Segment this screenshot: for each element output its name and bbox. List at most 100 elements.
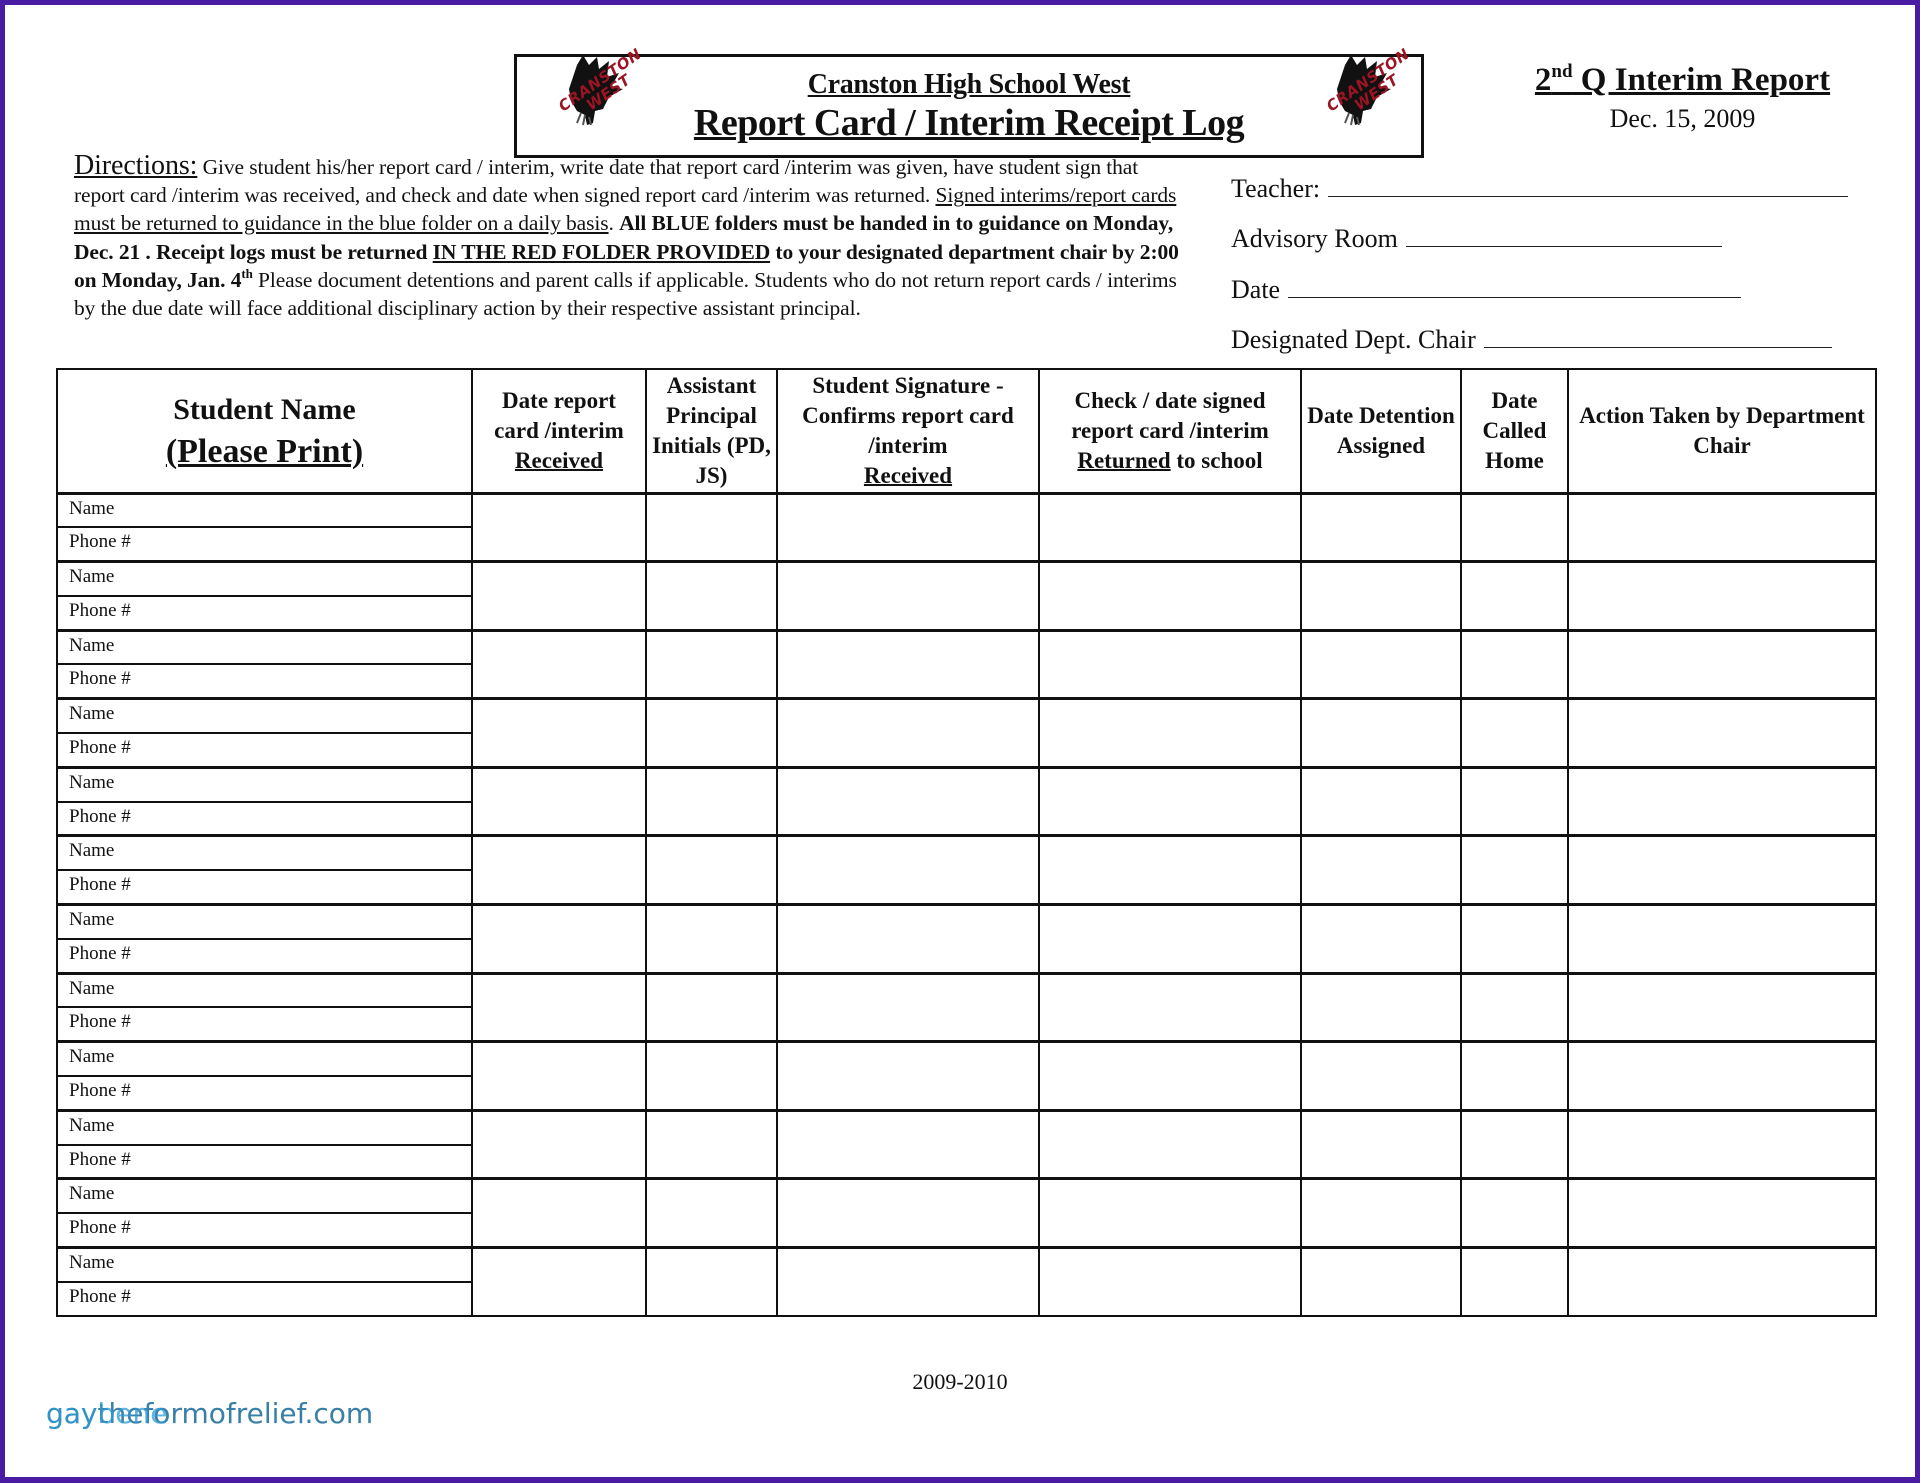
date-received-cell[interactable]	[471, 697, 647, 769]
check-returned-cell[interactable]	[1038, 903, 1302, 975]
ap-initials-cell[interactable]	[645, 971, 778, 1043]
detention-cell[interactable]	[1300, 697, 1462, 769]
student-phone-cell[interactable]: Phone #	[56, 1075, 473, 1112]
signature-cell[interactable]	[776, 1246, 1040, 1318]
student-phone-cell[interactable]: Phone #	[56, 937, 473, 975]
action-taken-cell[interactable]	[1567, 765, 1877, 837]
student-name-cell[interactable]: Name	[56, 1177, 473, 1215]
check-returned-cell[interactable]	[1038, 1040, 1302, 1112]
student-phone-cell[interactable]: Phone #	[56, 1143, 473, 1180]
teacher-blank[interactable]	[1328, 177, 1849, 197]
ap-initials-cell[interactable]	[645, 903, 778, 975]
detention-cell[interactable]	[1300, 1040, 1462, 1112]
signature-cell[interactable]	[776, 491, 1040, 563]
called-home-cell[interactable]	[1460, 491, 1569, 563]
student-name-cell[interactable]: Name	[56, 1108, 473, 1146]
ap-initials-cell[interactable]	[645, 765, 778, 837]
check-returned-cell[interactable]	[1038, 765, 1302, 837]
student-name-cell[interactable]: Name	[56, 1040, 473, 1078]
detention-cell[interactable]	[1300, 903, 1462, 975]
student-name-cell[interactable]: Name	[56, 628, 473, 666]
check-returned-cell[interactable]	[1038, 1246, 1302, 1318]
detention-cell[interactable]	[1300, 765, 1462, 837]
student-name-cell[interactable]: Name	[56, 491, 473, 529]
action-taken-cell[interactable]	[1567, 1108, 1877, 1180]
date-received-cell[interactable]	[471, 834, 647, 906]
date-received-cell[interactable]	[471, 765, 647, 837]
signature-cell[interactable]	[776, 1108, 1040, 1180]
detention-cell[interactable]	[1300, 1246, 1462, 1318]
date-received-cell[interactable]	[471, 491, 647, 563]
action-taken-cell[interactable]	[1567, 1040, 1877, 1112]
ap-initials-cell[interactable]	[645, 1108, 778, 1180]
date-field[interactable]: Date	[1231, 275, 1742, 305]
student-name-cell[interactable]: Name	[56, 560, 473, 597]
action-taken-cell[interactable]	[1567, 560, 1877, 632]
date-received-cell[interactable]	[471, 903, 647, 975]
signature-cell[interactable]	[776, 697, 1040, 769]
teacher-field[interactable]: Teacher:	[1231, 174, 1849, 204]
check-returned-cell[interactable]	[1038, 834, 1302, 906]
date-received-cell[interactable]	[471, 628, 647, 700]
ap-initials-cell[interactable]	[645, 491, 778, 563]
action-taken-cell[interactable]	[1567, 834, 1877, 906]
called-home-cell[interactable]	[1460, 1108, 1569, 1180]
student-phone-cell[interactable]: Phone #	[56, 1212, 473, 1249]
student-phone-cell[interactable]: Phone #	[56, 663, 473, 700]
student-name-cell[interactable]: Name	[56, 697, 473, 735]
check-returned-cell[interactable]	[1038, 971, 1302, 1043]
ap-initials-cell[interactable]	[645, 1040, 778, 1112]
student-name-cell[interactable]: Name	[56, 971, 473, 1009]
called-home-cell[interactable]	[1460, 560, 1569, 632]
check-returned-cell[interactable]	[1038, 1177, 1302, 1249]
dept-chair-field[interactable]: Designated Dept. Chair	[1231, 325, 1832, 355]
action-taken-cell[interactable]	[1567, 491, 1877, 563]
signature-cell[interactable]	[776, 765, 1040, 837]
called-home-cell[interactable]	[1460, 971, 1569, 1043]
action-taken-cell[interactable]	[1567, 628, 1877, 700]
called-home-cell[interactable]	[1460, 1246, 1569, 1318]
student-name-cell[interactable]: Name	[56, 1246, 473, 1283]
ap-initials-cell[interactable]	[645, 834, 778, 906]
called-home-cell[interactable]	[1460, 765, 1569, 837]
dept-chair-blank[interactable]	[1483, 328, 1832, 348]
called-home-cell[interactable]	[1460, 834, 1569, 906]
signature-cell[interactable]	[776, 560, 1040, 632]
detention-cell[interactable]	[1300, 1177, 1462, 1249]
detention-cell[interactable]	[1300, 1108, 1462, 1180]
ap-initials-cell[interactable]	[645, 697, 778, 769]
signature-cell[interactable]	[776, 834, 1040, 906]
date-received-cell[interactable]	[471, 1177, 647, 1249]
advisory-room-field[interactable]: Advisory Room	[1231, 224, 1722, 254]
action-taken-cell[interactable]	[1567, 903, 1877, 975]
called-home-cell[interactable]	[1460, 697, 1569, 769]
called-home-cell[interactable]	[1460, 1040, 1569, 1112]
ap-initials-cell[interactable]	[645, 560, 778, 632]
student-phone-cell[interactable]: Phone #	[56, 869, 473, 906]
action-taken-cell[interactable]	[1567, 1246, 1877, 1318]
student-phone-cell[interactable]: Phone #	[56, 1280, 473, 1318]
date-received-cell[interactable]	[471, 1108, 647, 1180]
signature-cell[interactable]	[776, 1040, 1040, 1112]
check-returned-cell[interactable]	[1038, 628, 1302, 700]
called-home-cell[interactable]	[1460, 903, 1569, 975]
student-name-cell[interactable]: Name	[56, 903, 473, 940]
detention-cell[interactable]	[1300, 560, 1462, 632]
signature-cell[interactable]	[776, 971, 1040, 1043]
detention-cell[interactable]	[1300, 834, 1462, 906]
detention-cell[interactable]	[1300, 628, 1462, 700]
signature-cell[interactable]	[776, 903, 1040, 975]
signature-cell[interactable]	[776, 1177, 1040, 1249]
date-received-cell[interactable]	[471, 1040, 647, 1112]
action-taken-cell[interactable]	[1567, 1177, 1877, 1249]
student-phone-cell[interactable]: Phone #	[56, 800, 473, 837]
student-name-cell[interactable]: Name	[56, 834, 473, 872]
date-received-cell[interactable]	[471, 1246, 647, 1318]
student-name-cell[interactable]: Name	[56, 765, 473, 803]
action-taken-cell[interactable]	[1567, 697, 1877, 769]
ap-initials-cell[interactable]	[645, 628, 778, 700]
date-blank[interactable]	[1288, 278, 1742, 298]
advisory-room-blank[interactable]	[1405, 227, 1722, 247]
check-returned-cell[interactable]	[1038, 560, 1302, 632]
ap-initials-cell[interactable]	[645, 1177, 778, 1249]
